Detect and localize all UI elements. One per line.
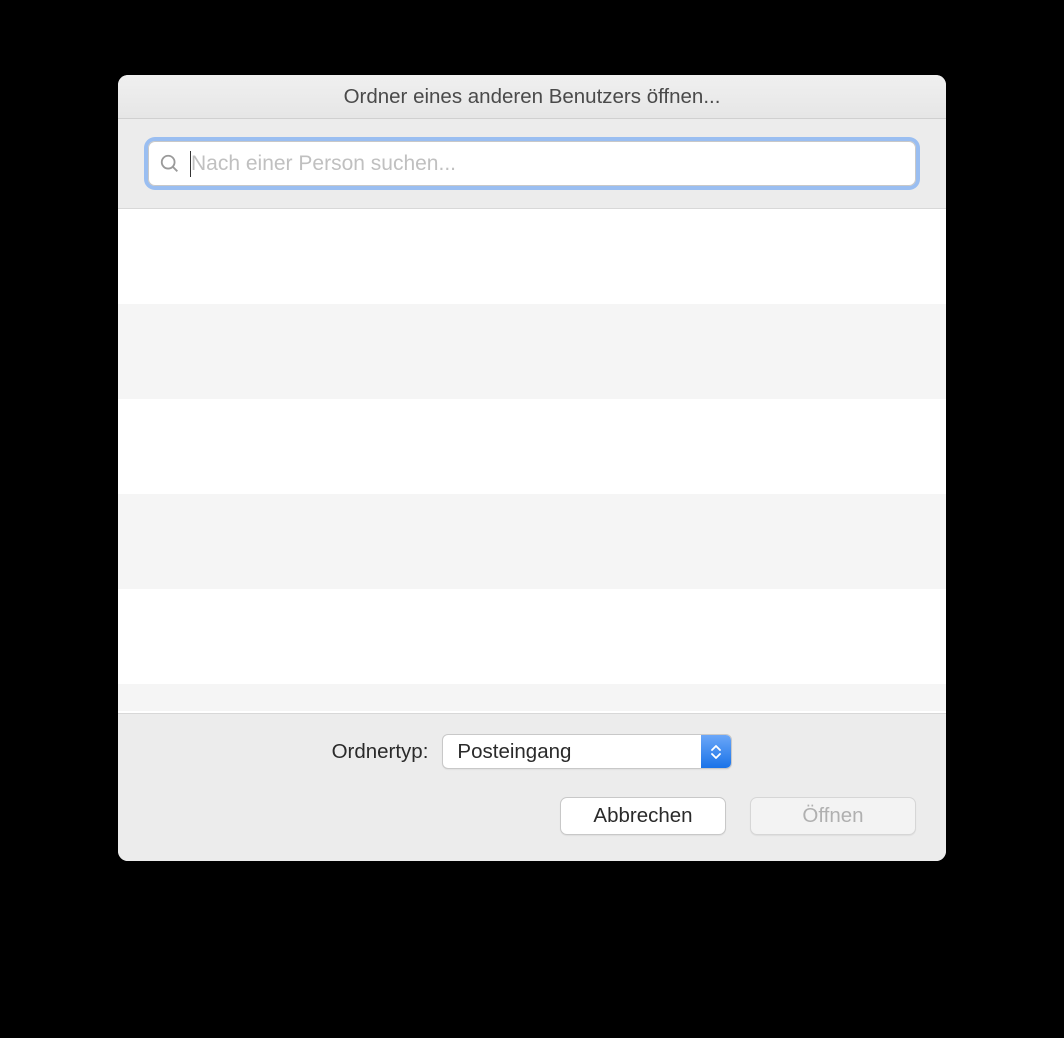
search-input[interactable]: [148, 141, 916, 186]
search-wrapper: [148, 141, 916, 186]
dialog-title-bar: Ordner eines anderen Benutzers öffnen...: [118, 75, 946, 119]
folder-type-row: Ordnertyp: Posteingang: [148, 734, 916, 769]
search-results-list[interactable]: [118, 209, 946, 713]
chevron-up-down-icon: [701, 735, 731, 768]
cancel-button[interactable]: Abbrechen: [560, 797, 726, 835]
dialog-footer: Ordnertyp: Posteingang Abbrechen Öffnen: [118, 713, 946, 861]
folder-type-selected: Posteingang: [457, 740, 571, 764]
list-item[interactable]: [118, 494, 946, 589]
list-item[interactable]: [118, 304, 946, 399]
open-button[interactable]: Öffnen: [750, 797, 916, 835]
folder-type-dropdown[interactable]: Posteingang: [442, 734, 732, 769]
dialog-title: Ordner eines anderen Benutzers öffnen...: [344, 85, 721, 109]
list-item[interactable]: [118, 209, 946, 304]
search-area: [118, 119, 946, 209]
open-user-folder-dialog: Ordner eines anderen Benutzers öffnen...…: [118, 75, 946, 861]
list-item[interactable]: [118, 684, 946, 711]
folder-type-label: Ordnertyp:: [332, 740, 429, 764]
button-row: Abbrechen Öffnen: [148, 797, 916, 835]
list-item[interactable]: [118, 589, 946, 684]
text-caret: [190, 151, 191, 177]
list-item[interactable]: [118, 399, 946, 494]
